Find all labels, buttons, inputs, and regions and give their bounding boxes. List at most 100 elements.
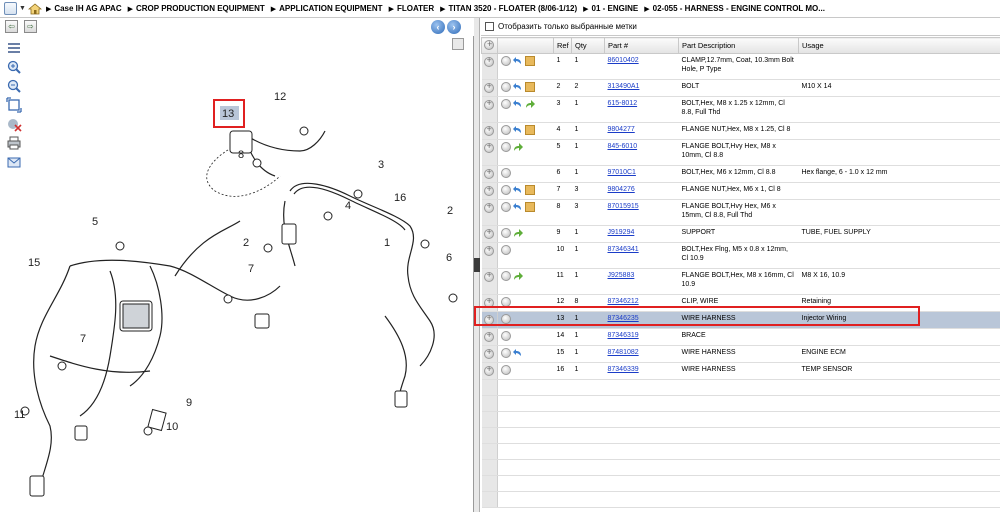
- breadcrumb-item[interactable]: ▶ CROP PRODUCTION EQUIPMENT: [128, 4, 265, 13]
- history-back-icon[interactable]: [513, 82, 523, 92]
- expand-icon[interactable]: [483, 99, 494, 110]
- package-icon[interactable]: [525, 82, 535, 92]
- table-row[interactable]: 739804276 FLANGE NUT,Hex, M6 x 1, Cl 8: [481, 182, 1000, 200]
- breadcrumb-item[interactable]: ▶ 02-055 - HARNESS - ENGINE CONTROL MO...: [644, 4, 825, 13]
- breadcrumb-item[interactable]: ▶ FLOATER: [389, 4, 435, 13]
- add-to-list-icon[interactable]: [501, 348, 511, 358]
- breadcrumb-item[interactable]: ▶ Case IH AG APAC: [46, 4, 122, 13]
- back-icon[interactable]: ⇦: [5, 20, 18, 33]
- add-to-list-icon[interactable]: [501, 185, 511, 195]
- row-expand-cell[interactable]: [481, 53, 498, 80]
- table-row[interactable]: 10187346341 BOLT,Hex Flng, M5 x 0.8 x 12m…: [481, 242, 1000, 269]
- callout-label[interactable]: 10: [166, 421, 178, 433]
- package-icon[interactable]: [525, 56, 535, 66]
- expand-icon[interactable]: [483, 202, 494, 213]
- table-row[interactable]: 51845-6010 FLANGE BOLT,Hvy Hex, M8 x 10mm…: [481, 139, 1000, 166]
- pane-splitter[interactable]: [474, 18, 480, 512]
- expand-icon[interactable]: [483, 56, 494, 67]
- expand-icon[interactable]: [483, 331, 494, 342]
- part-number-link[interactable]: 87346341: [608, 246, 639, 253]
- row-expand-cell[interactable]: [481, 96, 498, 123]
- history-back-icon[interactable]: [513, 125, 523, 135]
- callout-label[interactable]: 16: [394, 192, 406, 204]
- history-back-icon[interactable]: [513, 348, 523, 358]
- callout-label[interactable]: 3: [378, 159, 384, 171]
- table-row[interactable]: 419804277 FLANGE NUT,Hex, M8 x 1.25, Cl 8: [481, 122, 1000, 140]
- callout-label[interactable]: 6: [446, 252, 452, 264]
- expand-icon[interactable]: [483, 271, 494, 282]
- ref-header[interactable]: Ref: [553, 37, 572, 54]
- add-to-list-icon[interactable]: [501, 168, 511, 178]
- row-expand-cell[interactable]: [481, 345, 498, 363]
- part-number-link[interactable]: 97010C1: [608, 169, 636, 176]
- row-expand-cell[interactable]: [481, 268, 498, 295]
- previous-page-icon[interactable]: ‹: [431, 20, 445, 34]
- expand-icon[interactable]: [483, 82, 494, 93]
- breadcrumb-item[interactable]: ▶ APPLICATION EQUIPMENT: [271, 4, 383, 13]
- table-row[interactable]: 15187481082 WIRE HARNESSENGINE ECM: [481, 345, 1000, 363]
- row-expand-cell[interactable]: [481, 225, 498, 243]
- next-page-icon[interactable]: ›: [447, 20, 461, 34]
- part-number-link[interactable]: 313490A1: [608, 83, 640, 90]
- row-expand-cell[interactable]: [481, 122, 498, 140]
- add-to-list-icon[interactable]: [501, 56, 511, 66]
- callout-label[interactable]: 8: [238, 149, 244, 161]
- callout-label[interactable]: 2: [243, 237, 249, 249]
- part-number-link[interactable]: J925883: [608, 272, 635, 279]
- add-to-list-icon[interactable]: [501, 99, 511, 109]
- chevron-down-icon[interactable]: ▼: [19, 5, 26, 12]
- row-expand-cell[interactable]: [481, 362, 498, 380]
- expand-all-header[interactable]: [481, 37, 498, 54]
- part-number-link[interactable]: 86010402: [608, 57, 639, 64]
- history-back-icon[interactable]: [513, 202, 523, 212]
- row-expand-cell[interactable]: [481, 328, 498, 346]
- history-back-icon[interactable]: [513, 56, 523, 66]
- part-number-link[interactable]: 87346339: [608, 366, 639, 373]
- package-icon[interactable]: [525, 202, 535, 212]
- add-to-list-icon[interactable]: [501, 228, 511, 238]
- part-number-link[interactable]: J919294: [608, 229, 635, 236]
- package-icon[interactable]: [525, 125, 535, 135]
- history-back-icon[interactable]: [513, 185, 523, 195]
- part-number-link[interactable]: 87015915: [608, 203, 639, 210]
- breadcrumb-item[interactable]: ▶ TITAN 3520 - FLOATER (8/06-1/12): [440, 4, 577, 13]
- go-to-icon[interactable]: [513, 142, 524, 152]
- part-number-link[interactable]: 615-8012: [608, 100, 638, 107]
- add-to-list-icon[interactable]: [501, 125, 511, 135]
- part-number-link[interactable]: 9804277: [608, 126, 635, 133]
- part-description-header[interactable]: Part Description: [678, 37, 799, 54]
- expand-icon[interactable]: [483, 125, 494, 136]
- add-to-list-icon[interactable]: [501, 271, 511, 281]
- callout-label[interactable]: 7: [80, 333, 86, 345]
- callout-label[interactable]: 5: [92, 216, 98, 228]
- expand-icon[interactable]: [483, 348, 494, 359]
- go-to-icon[interactable]: [513, 271, 524, 281]
- add-to-list-icon[interactable]: [501, 245, 511, 255]
- callout-label[interactable]: 15: [28, 257, 40, 269]
- callout-label[interactable]: 7: [248, 263, 254, 275]
- table-row[interactable]: 1186010402CLAMP,12.7mm, Coat, 10.3mm Bol…: [481, 53, 1000, 80]
- expand-icon[interactable]: [484, 39, 494, 50]
- package-icon[interactable]: [525, 185, 535, 195]
- show-selected-checkbox[interactable]: [485, 22, 494, 31]
- table-row[interactable]: 16187346339 WIRE HARNESSTEMP SENSOR: [481, 362, 1000, 380]
- callout-label[interactable]: 11: [14, 409, 25, 421]
- row-expand-cell[interactable]: [481, 242, 498, 269]
- expand-icon[interactable]: [483, 142, 494, 153]
- usage-header[interactable]: Usage: [798, 37, 1000, 54]
- expand-icon[interactable]: [483, 228, 494, 239]
- expand-icon[interactable]: [483, 185, 494, 196]
- home-icon[interactable]: [27, 2, 42, 15]
- add-to-list-icon[interactable]: [501, 82, 511, 92]
- row-expand-cell[interactable]: [481, 199, 498, 226]
- add-to-list-icon[interactable]: [501, 365, 511, 375]
- expand-icon[interactable]: [483, 168, 494, 179]
- view-dropdown-button[interactable]: [4, 2, 17, 15]
- part-number-link[interactable]: 845-6010: [608, 143, 638, 150]
- row-expand-cell[interactable]: [481, 165, 498, 183]
- breadcrumb-item[interactable]: ▶ 01 - ENGINE: [583, 4, 638, 13]
- row-expand-cell[interactable]: [481, 79, 498, 97]
- table-row[interactable]: 31615-8012 BOLT,Hex, M8 x 1.25 x 12mm, Cl…: [481, 96, 1000, 123]
- table-row[interactable]: 22313490A1BOLTM10 X 14: [481, 79, 1000, 97]
- qty-header[interactable]: Qty: [571, 37, 605, 54]
